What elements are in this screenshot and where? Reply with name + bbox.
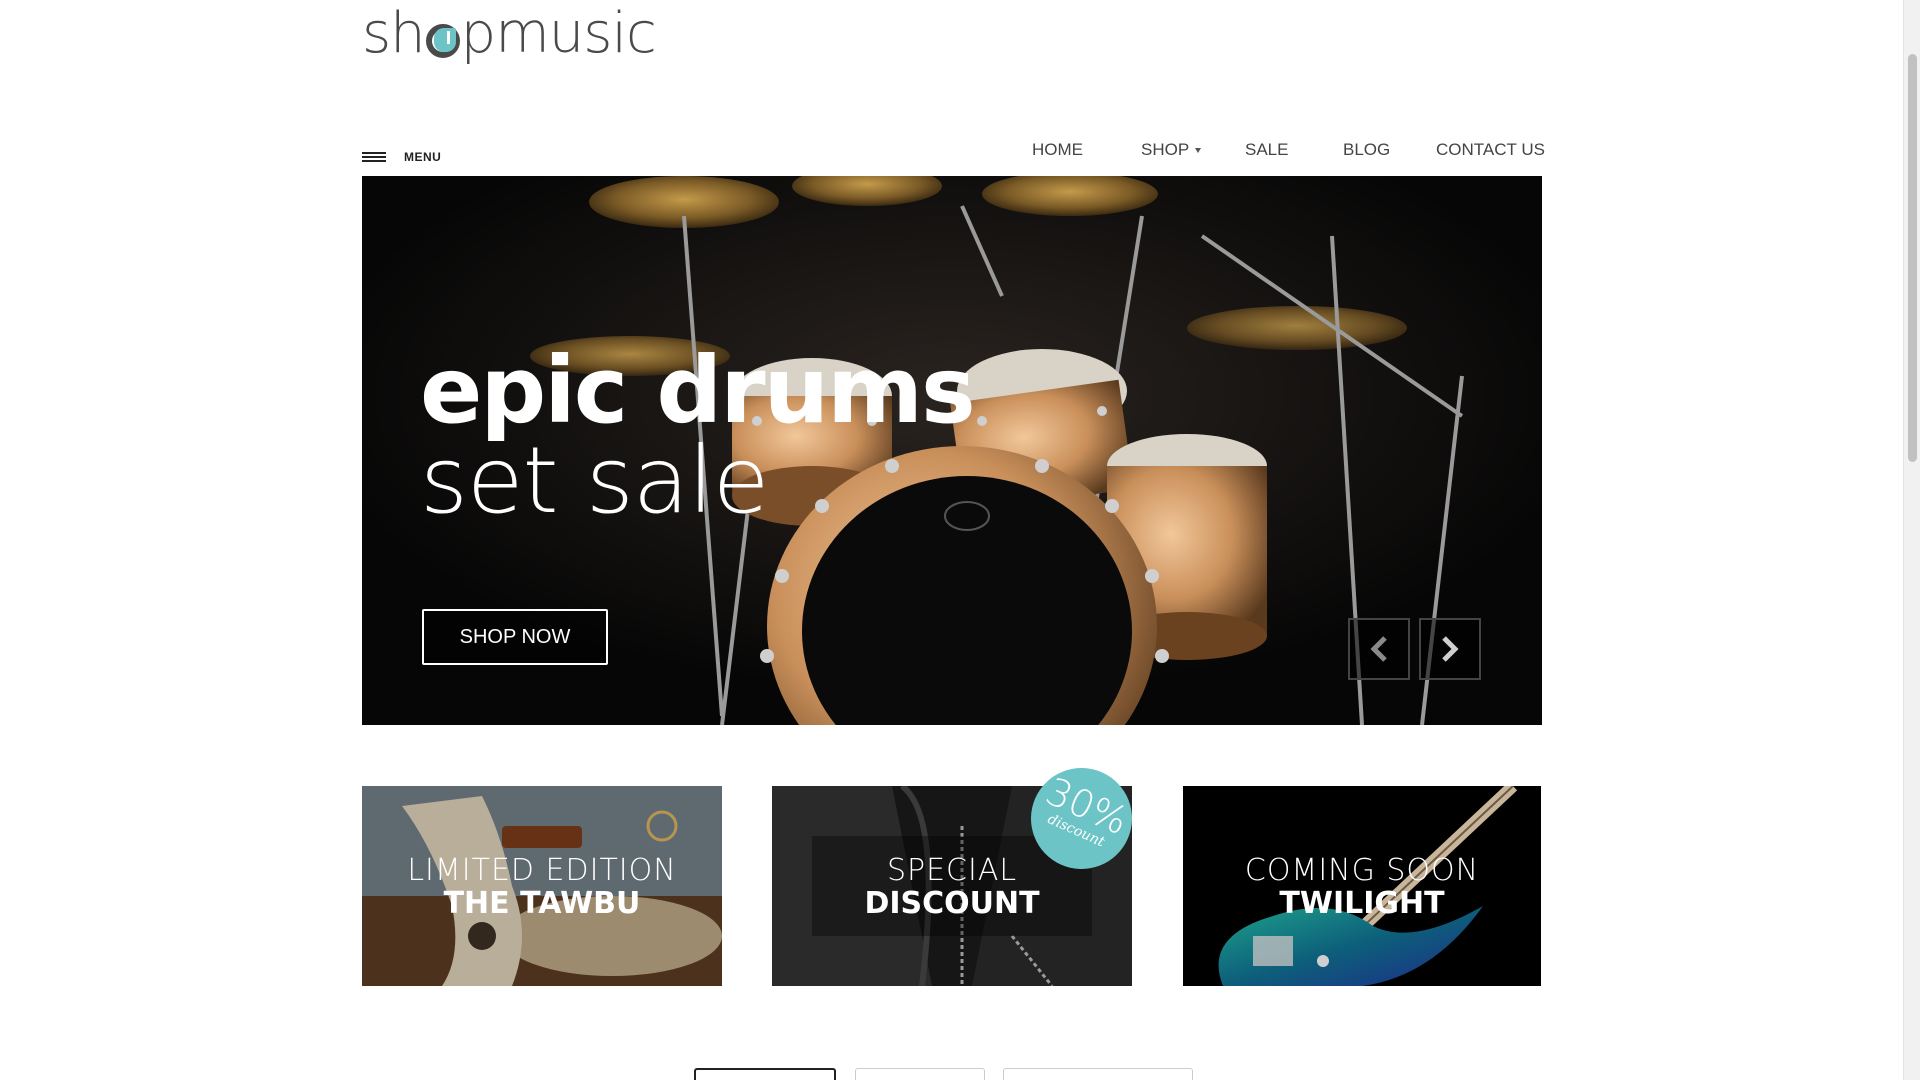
promo-caption: LIMITED EDITION THE TAWBU xyxy=(362,854,722,920)
nav-sale[interactable]: SALE xyxy=(1245,140,1288,160)
caret-down-icon xyxy=(1195,148,1201,153)
chevron-right-icon xyxy=(1442,636,1459,662)
music-note-icon xyxy=(425,24,460,58)
product-tab-3[interactable] xyxy=(1003,1068,1193,1080)
promo-limited-edition[interactable]: LIMITED EDITION THE TAWBU xyxy=(362,786,722,986)
promo-line1: COMING SOON xyxy=(1244,853,1480,888)
scrollbar-thumb[interactable] xyxy=(1908,54,1917,462)
main-nav: HOME SHOP SALE BLOG CONTACT US xyxy=(0,140,1920,162)
promo-line1: LIMITED EDITION xyxy=(407,853,677,888)
logo-text-start: sh xyxy=(362,1,426,66)
product-tab-2[interactable] xyxy=(855,1068,985,1080)
promo-line2: DISCOUNT xyxy=(864,886,1040,921)
promo-caption: COMING SOON TWILIGHT xyxy=(1183,854,1541,920)
nav-blog[interactable]: BLOG xyxy=(1343,140,1390,160)
promo-line2: TWILIGHT xyxy=(1279,886,1445,921)
slider-next-button[interactable] xyxy=(1419,618,1481,680)
hero-title-line1: epic drums xyxy=(420,337,976,444)
chevron-left-icon xyxy=(1370,636,1387,662)
nav-contact[interactable]: CONTACT US xyxy=(1436,140,1545,160)
hero-slider: epic drums set sale SHOP NOW xyxy=(362,176,1542,725)
logo-text-end: pmusic xyxy=(460,1,657,66)
page-scrollbar[interactable] xyxy=(1903,0,1920,1080)
promo-coming-soon[interactable]: COMING SOON TWILIGHT xyxy=(1183,786,1541,986)
nav-shop[interactable]: SHOP xyxy=(1141,140,1189,160)
hero-title-line2: set sale xyxy=(420,427,769,535)
slider-prev-button[interactable] xyxy=(1348,618,1410,680)
nav-home[interactable]: HOME xyxy=(1032,140,1083,160)
promo-line2: THE TAWBU xyxy=(443,886,641,921)
product-tab-1[interactable] xyxy=(694,1068,836,1080)
hero-title: epic drums set sale xyxy=(420,337,976,535)
shop-now-button[interactable]: SHOP NOW xyxy=(422,609,608,665)
site-logo[interactable]: sh pmusic xyxy=(362,1,657,66)
